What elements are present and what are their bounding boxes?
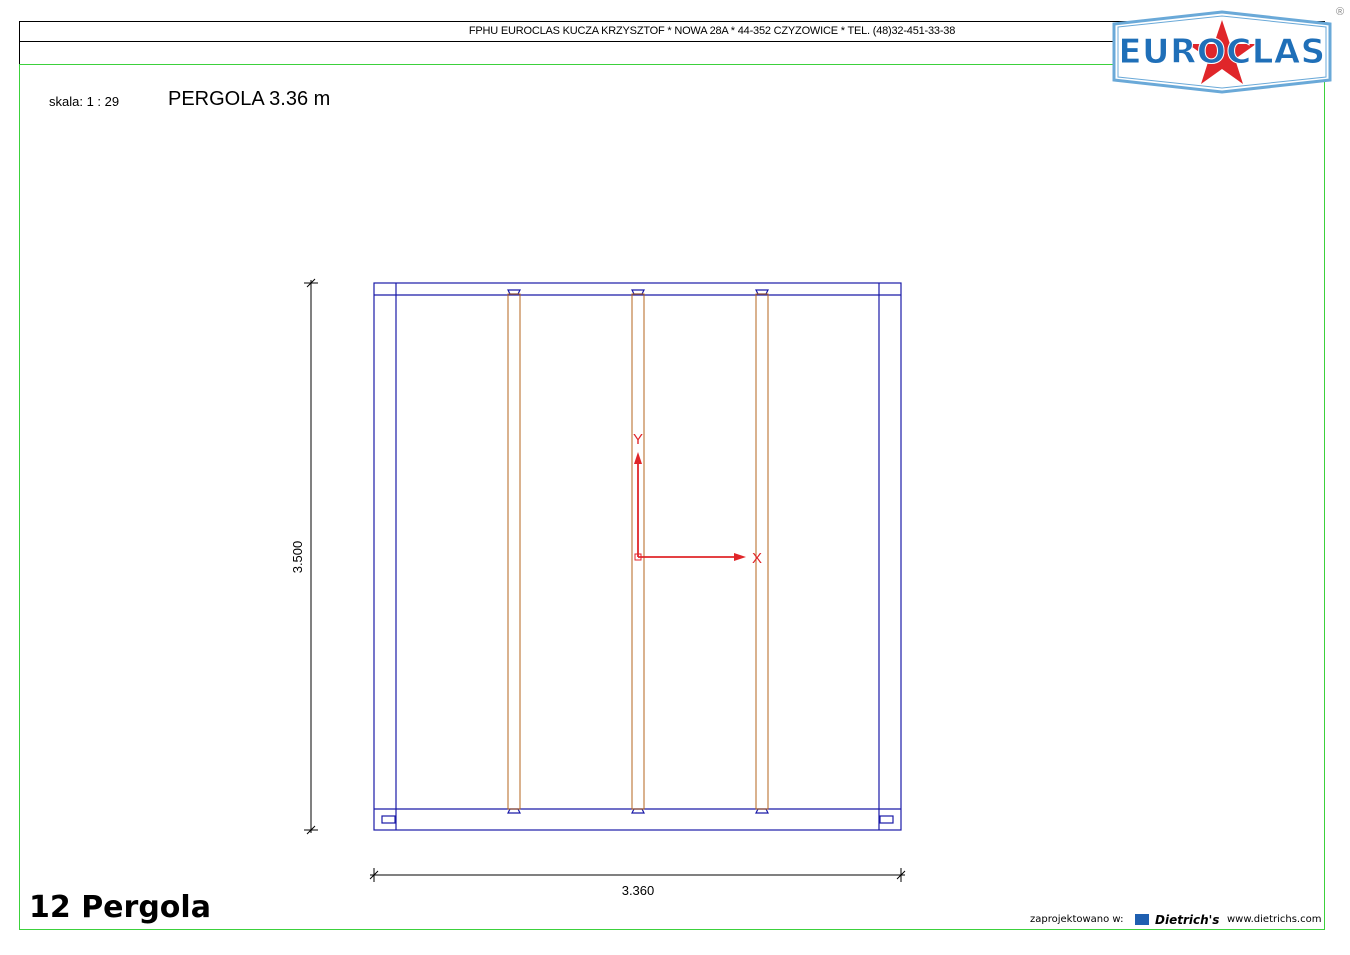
- x-axis-label: X: [752, 550, 762, 567]
- height-dimension: [304, 278, 318, 835]
- rafter-cap: [631, 808, 645, 814]
- designed-in-label: zaprojektowano w:: [1030, 914, 1124, 925]
- coordinate-axes: [634, 452, 746, 561]
- rafter-cap: [755, 289, 769, 295]
- rafter-cap: [507, 289, 521, 295]
- post-left: [381, 815, 396, 824]
- dietrichs-logo-icon: [1135, 914, 1149, 925]
- pergola-plan: X Y 3.500 3.360: [290, 278, 906, 898]
- x-axis-arrow: [734, 553, 746, 561]
- width-dimension-label: 3.360: [622, 883, 655, 898]
- euroclas-logo: EUROCLAS: [1112, 10, 1332, 94]
- registered-mark: ®: [1336, 6, 1345, 18]
- project-name: 12 Pergola: [29, 890, 211, 925]
- y-axis-label: Y: [633, 431, 643, 448]
- dietrichs-brand: Dietrich's: [1155, 913, 1220, 927]
- height-dimension-label: 3.500: [290, 541, 305, 574]
- post-right: [879, 815, 894, 824]
- rafter-cap: [507, 808, 521, 814]
- logo-text: EUROCLAS: [1118, 32, 1325, 72]
- rafter: [507, 293, 521, 810]
- dietrichs-url[interactable]: www.dietrichs.com: [1227, 914, 1321, 925]
- rafter-cap: [631, 289, 645, 295]
- rafter-cap: [755, 808, 769, 814]
- width-dimension: [369, 868, 906, 882]
- y-axis-arrow: [634, 452, 642, 464]
